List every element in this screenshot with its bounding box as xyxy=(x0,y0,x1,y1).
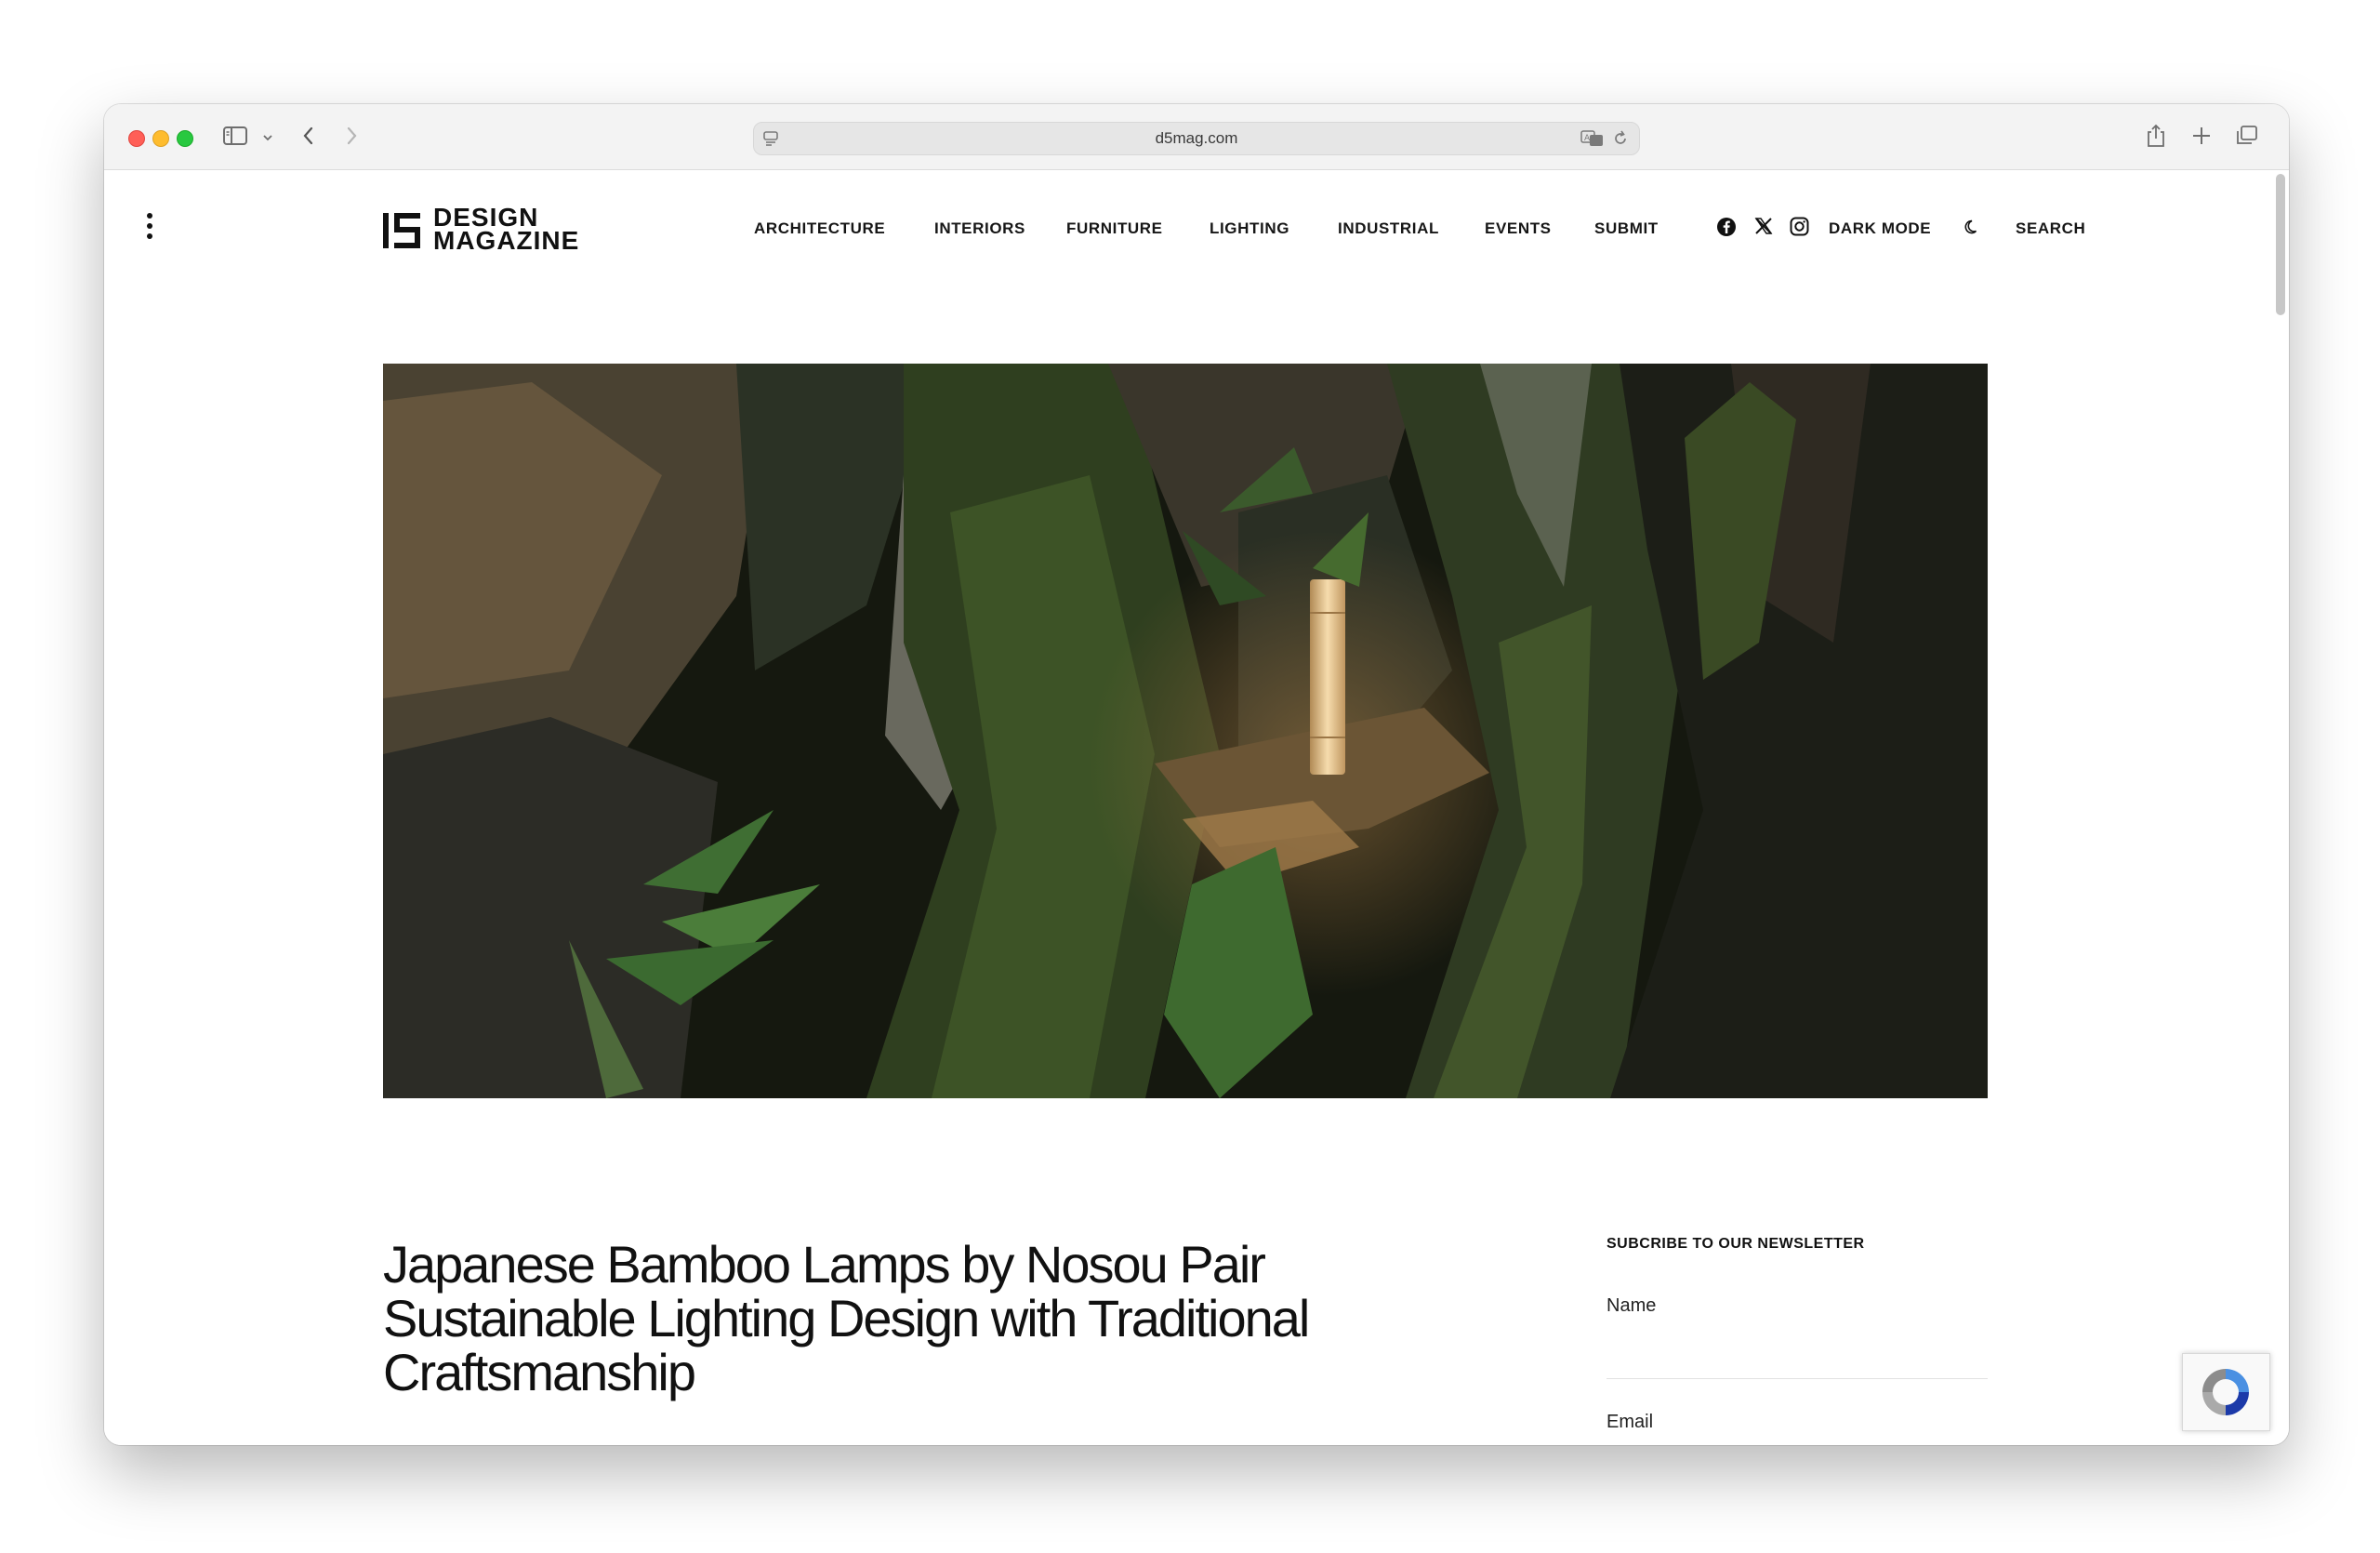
dark-mode-toggle[interactable]: DARK MODE xyxy=(1829,219,1931,238)
new-tab-icon[interactable] xyxy=(2190,125,2213,152)
article-title-line-1: Japanese Bamboo Lamps by Nosou Pair xyxy=(383,1235,1266,1294)
browser-toolbar: d5mag.com A xyxy=(104,104,2289,170)
tab-overview-icon[interactable] xyxy=(2235,125,2259,152)
facebook-icon[interactable] xyxy=(1716,217,1737,242)
recaptcha-icon xyxy=(2202,1369,2249,1415)
address-bar[interactable]: d5mag.com A xyxy=(753,122,1640,155)
article-title: Japanese Bamboo Lamps by Nosou Pair Sust… xyxy=(383,1238,1452,1400)
logo-line-magazine: MAGAZINE xyxy=(433,226,580,255)
article-title-line-2: Sustainable Lighting Design with Traditi… xyxy=(383,1289,1310,1347)
svg-text:A: A xyxy=(1584,134,1591,143)
translate-icon[interactable]: A xyxy=(1580,129,1605,153)
search-link[interactable]: SEARCH xyxy=(2016,219,2085,238)
article-title-line-3: Craftsmanship xyxy=(383,1343,696,1401)
x-icon[interactable] xyxy=(1754,217,1773,240)
nav-architecture[interactable]: ARCHITECTURE xyxy=(754,219,885,238)
back-icon[interactable] xyxy=(301,125,316,152)
share-icon[interactable] xyxy=(2146,123,2166,153)
minimize-window-button[interactable] xyxy=(152,130,169,147)
nav-industrial[interactable]: INDUSTRIAL xyxy=(1338,219,1439,238)
moon-icon[interactable] xyxy=(1964,219,1981,240)
nav-furniture[interactable]: FURNITURE xyxy=(1066,219,1163,238)
reload-icon[interactable] xyxy=(1611,129,1630,153)
forward-icon[interactable] xyxy=(344,125,359,152)
scrollbar-thumb[interactable] xyxy=(2276,174,2285,315)
nav-interiors[interactable]: INTERIORS xyxy=(934,219,1025,238)
url-text[interactable]: d5mag.com xyxy=(754,129,1639,148)
web-page: DESIGN MAGAZINE ARCHITECTURE INTERIORS F… xyxy=(104,170,2289,1445)
nav-lighting[interactable]: LIGHTING xyxy=(1210,219,1289,238)
d5-logo-mark-icon xyxy=(383,211,426,255)
newsletter-name-label: Name xyxy=(1606,1295,1657,1316)
browser-window: d5mag.com A DESIGN MAGAZINE ARCHITECTURE… xyxy=(104,104,2289,1445)
hero-image xyxy=(383,364,1988,1098)
zoom-window-button[interactable] xyxy=(177,130,193,147)
sidebar-toggle-icon[interactable] xyxy=(223,126,247,151)
close-window-button[interactable] xyxy=(128,130,145,147)
more-menu-icon[interactable] xyxy=(147,213,152,244)
instagram-icon[interactable] xyxy=(1790,217,1809,241)
newsletter-heading: SUBCRIBE TO OUR NEWSLETTER xyxy=(1606,1236,1865,1252)
recaptcha-badge[interactable] xyxy=(2182,1353,2270,1431)
chevron-down-icon[interactable] xyxy=(262,130,273,147)
newsletter-email-label: Email xyxy=(1606,1412,1654,1432)
nav-submit[interactable]: SUBMIT xyxy=(1594,219,1659,238)
nav-events[interactable]: EVENTS xyxy=(1485,219,1552,238)
newsletter-name-input[interactable] xyxy=(1606,1378,1988,1379)
